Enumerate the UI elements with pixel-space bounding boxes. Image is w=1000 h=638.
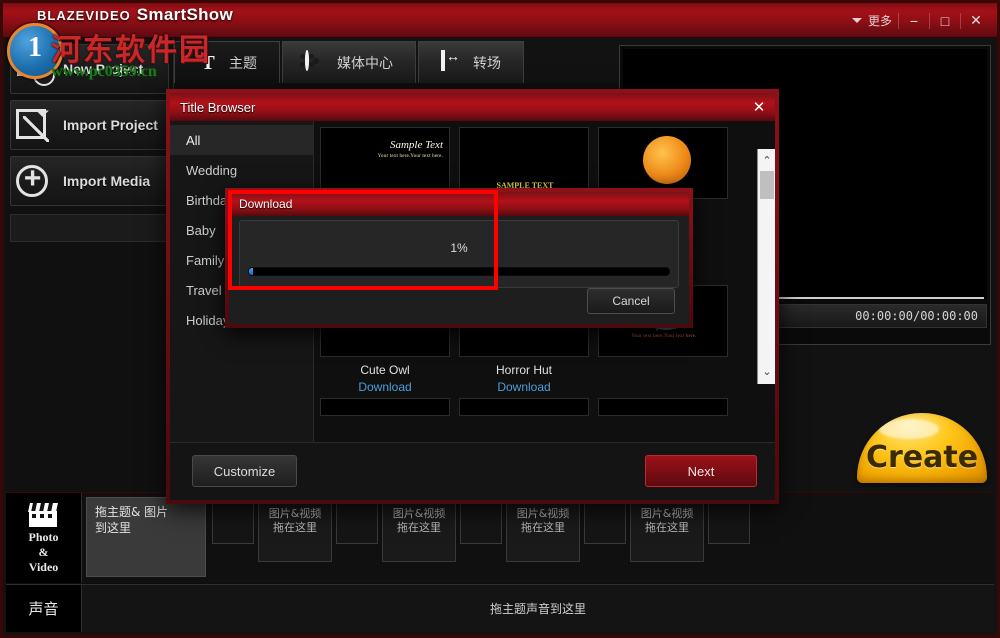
template-name: Horror Hut	[459, 363, 589, 377]
minimize-button[interactable]: −	[899, 8, 929, 34]
sample-text-overlay: Sample Text Your text here.Your text her…	[378, 140, 443, 162]
tab-theme-label: 主题	[229, 53, 257, 73]
text-title-icon: T	[197, 52, 219, 74]
template-thumbnail[interactable]	[598, 398, 728, 416]
transition-slot[interactable]	[336, 498, 378, 544]
timecode-display: 00:00:00/00:00:00	[855, 309, 978, 323]
import-project-label: Import Project	[63, 117, 158, 133]
tab-transition[interactable]: 转场	[418, 41, 524, 83]
transition-slot[interactable]	[460, 498, 502, 544]
download-link[interactable]: Download	[320, 380, 450, 394]
download-dialog-titlebar: Download	[229, 192, 689, 216]
tab-media-center[interactable]: 媒体中心	[282, 41, 416, 83]
new-project-button[interactable]: New Project	[10, 44, 169, 94]
chevron-down-icon	[852, 18, 862, 23]
download-progress-area: 1%	[239, 220, 679, 288]
import-project-icon	[11, 105, 57, 145]
download-dialog: Download 1% Cancel	[225, 188, 693, 328]
clapperboard-icon	[29, 503, 59, 527]
next-button[interactable]: Next	[645, 455, 757, 487]
cancel-button[interactable]: Cancel	[587, 288, 675, 314]
timeline-video-header: Photo & Video	[6, 493, 82, 583]
customize-button[interactable]: Customize	[192, 455, 297, 487]
import-project-button[interactable]: Import Project	[10, 100, 169, 150]
theme-drop-line-1: 拖主题& 图片	[95, 504, 197, 520]
download-dialog-title: Download	[239, 197, 292, 211]
maximize-button[interactable]: □	[930, 8, 960, 34]
new-project-icon	[11, 49, 57, 89]
scrollbar-thumb[interactable]	[760, 171, 774, 199]
template-thumbnail[interactable]	[320, 398, 450, 416]
template-item[interactable]	[320, 398, 450, 416]
progress-percent-label: 1%	[240, 241, 678, 255]
timeline-video-track[interactable]: 拖主题& 图片 到这里 图片&视频拖在这里 图片&视频拖在这里 图片&视频拖在这…	[82, 493, 994, 583]
tab-transition-label: 转场	[473, 53, 501, 73]
video-track-label-2: &	[39, 545, 49, 559]
download-link[interactable]: Download	[459, 380, 589, 394]
create-button[interactable]: Create	[857, 413, 987, 483]
transition-icon	[441, 52, 463, 74]
close-icon[interactable]: ✕	[749, 97, 769, 117]
timeline-audio-header: 声音	[6, 585, 82, 632]
progress-bar-fill	[249, 268, 253, 275]
audio-drop-zone[interactable]: 拖主题声音到这里	[82, 585, 994, 632]
left-panel: New Project Import Project Import Media	[6, 38, 174, 492]
template-row	[320, 398, 771, 416]
timeline-video-row: Photo & Video 拖主题& 图片 到这里 图片&视频拖在这里 图片&视…	[6, 493, 994, 583]
grid-scrollbar[interactable]: ⌃ ⌄	[757, 149, 775, 384]
import-media-icon	[11, 161, 57, 201]
timeline: Photo & Video 拖主题& 图片 到这里 图片&视频拖在这里 图片&视…	[6, 492, 994, 632]
media-drop-slot[interactable]: 图片&视频拖在这里	[258, 498, 332, 562]
timeline-audio-row: 声音 拖主题声音到这里	[6, 584, 994, 632]
transition-slot[interactable]	[708, 498, 750, 544]
tab-media-center-label: 媒体中心	[337, 53, 393, 73]
title-browser-titlebar: Title Browser ✕	[170, 93, 775, 121]
theme-drop-zone[interactable]: 拖主题& 图片 到这里	[86, 497, 206, 577]
progress-bar-track	[248, 267, 670, 276]
title-browser-footer: Customize Next	[170, 442, 775, 500]
main-tab-bar: T 主题 媒体中心 转场	[174, 41, 617, 83]
scroll-down-icon[interactable]: ⌄	[758, 362, 776, 380]
transition-slot[interactable]	[212, 498, 254, 544]
title-browser-title: Title Browser	[180, 100, 255, 115]
template-thumbnail[interactable]	[459, 398, 589, 416]
title-bar: BLAZEVIDEO SmartShow 更多 − □ ✕	[3, 3, 997, 38]
media-drop-slot[interactable]: 图片&视频拖在这里	[506, 498, 580, 562]
brand-primary: BLAZEVIDEO	[37, 8, 131, 23]
category-item-wedding[interactable]: Wedding	[170, 155, 313, 185]
scroll-up-icon[interactable]: ⌃	[758, 151, 776, 169]
media-drop-slot[interactable]: 图片&视频拖在这里	[382, 498, 456, 562]
brand-secondary: SmartShow	[137, 5, 233, 24]
import-media-label: Import Media	[63, 173, 150, 189]
tab-theme[interactable]: T 主题	[174, 41, 280, 83]
media-drop-slot[interactable]: 图片&视频拖在这里	[630, 498, 704, 562]
category-item-all[interactable]: All	[170, 125, 313, 155]
template-item[interactable]	[459, 398, 589, 416]
template-item[interactable]	[598, 398, 728, 416]
theme-drop-line-2: 到这里	[95, 520, 197, 536]
video-track-label-3: Video	[29, 560, 59, 574]
more-menu-button[interactable]: 更多	[852, 12, 892, 29]
close-button[interactable]: ✕	[961, 8, 991, 34]
transition-slot[interactable]	[584, 498, 626, 544]
import-media-button[interactable]: Import Media	[10, 156, 169, 206]
window-controls: 更多 − □ ✕	[852, 3, 991, 38]
more-label: 更多	[868, 12, 892, 29]
application-window: BLAZEVIDEO SmartShow 更多 − □ ✕ New Project…	[0, 0, 1000, 638]
new-project-label: New Project	[63, 61, 143, 77]
left-panel-strip	[10, 214, 169, 242]
create-button-label: Create	[857, 440, 987, 475]
app-brand: BLAZEVIDEO SmartShow	[37, 5, 233, 25]
video-track-label-1: Photo	[29, 530, 59, 544]
template-name: Cute Owl	[320, 363, 450, 377]
film-reel-icon	[305, 52, 327, 74]
